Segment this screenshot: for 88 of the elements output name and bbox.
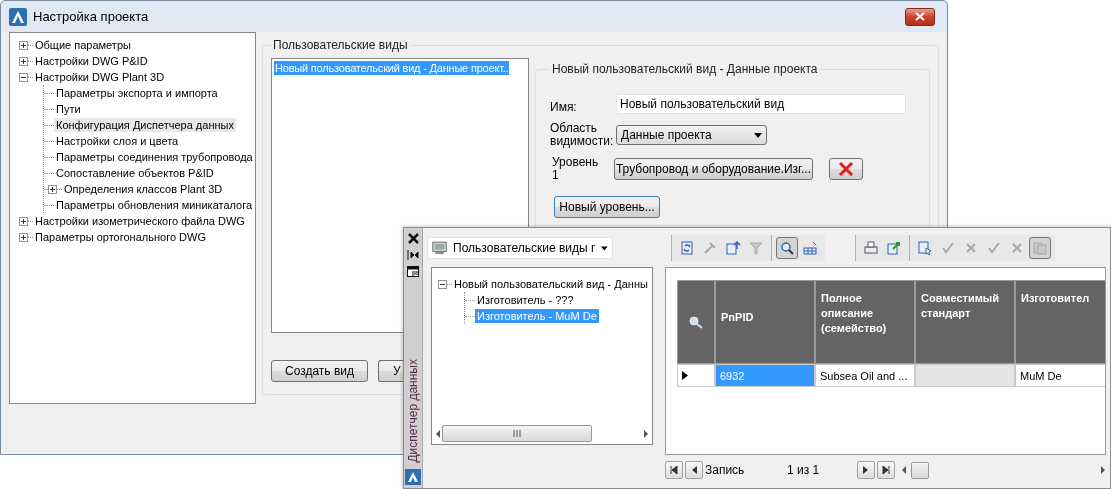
column-header[interactable]: [677, 280, 715, 364]
view-dropdown[interactable]: Пользовательские виды г: [427, 237, 613, 259]
table-cell: MuM De: [1015, 364, 1105, 387]
column-header[interactable]: Изготовител: [1015, 280, 1105, 364]
collapse-icon[interactable]: [19, 72, 28, 82]
grip-icon: [513, 430, 521, 437]
level-button[interactable]: Трубопровод и оборудование.Изг...: [614, 158, 813, 180]
tree-item[interactable]: Настройки DWG P&ID: [33, 54, 150, 68]
tree-item[interactable]: Сопоставление объектов P&ID: [54, 166, 216, 180]
tree-item[interactable]: Параметры ортогонального DWG: [33, 230, 208, 244]
tree-item[interactable]: Настройки слоя и цвета: [54, 134, 181, 148]
group-title: Пользовательские виды: [272, 38, 409, 52]
scroll-thumb[interactable]: [911, 461, 929, 479]
magnifier-icon: [688, 315, 704, 329]
printer-icon: [863, 240, 879, 256]
table-cell: Subsea Oil and ...: [815, 364, 915, 387]
scroll-thumb[interactable]: [442, 425, 592, 442]
tree-item[interactable]: Изготовитель - ???: [475, 293, 576, 307]
create-view-button[interactable]: Создать вид: [271, 360, 368, 382]
document-arrow-icon: [725, 240, 741, 256]
tree-item[interactable]: Настройки DWG Plant 3D: [33, 70, 167, 84]
new-level-button[interactable]: Новый уровень...: [554, 196, 660, 218]
table-icon: [802, 240, 818, 256]
logo-icon: [405, 469, 421, 485]
tree-item[interactable]: Общие параметры: [33, 38, 133, 52]
collapse-icon[interactable]: [438, 279, 447, 289]
tree-item[interactable]: Параметры экспорта и импорта: [54, 86, 220, 100]
first-icon: [670, 466, 678, 474]
checkmark-icon: [986, 240, 1002, 256]
hammer-icon: [702, 240, 718, 256]
window-title: Настройка проекта: [33, 9, 150, 24]
column-header[interactable]: Полное описание (семейство): [815, 280, 915, 364]
funnel-icon: [748, 240, 764, 256]
record-position: 1 из 1: [787, 463, 821, 477]
expand-icon[interactable]: [48, 184, 57, 194]
previous-icon: [691, 466, 697, 474]
column-header[interactable]: PnPID: [715, 280, 815, 364]
tree-item[interactable]: Настройки изометрического файла DWG: [33, 214, 247, 228]
computer-icon: [432, 240, 448, 256]
first-record-button[interactable]: [665, 461, 683, 479]
action-button[interactable]: У: [378, 360, 404, 382]
documents-icon: [1032, 240, 1048, 256]
expand-icon[interactable]: [19, 56, 28, 66]
expand-icon[interactable]: [19, 232, 28, 242]
export-icon: [886, 240, 902, 256]
column-header[interactable]: Совместимый стандарт: [915, 280, 1015, 364]
expand-icon[interactable]: [19, 40, 28, 50]
logo-icon: [9, 7, 27, 26]
collapse-arrows-icon[interactable]: [407, 250, 419, 260]
last-icon: [882, 466, 890, 474]
field-label: Область видимости:: [550, 122, 615, 148]
tree-item[interactable]: Определения классов Plant 3D: [62, 182, 225, 196]
scroll-right-icon[interactable]: [642, 429, 650, 438]
magnifier-icon: [779, 240, 795, 256]
tree-item[interactable]: Параметры обновления миникаталога: [54, 198, 255, 212]
field-label: Уровень 1: [552, 156, 598, 182]
tree-item[interactable]: Конфигурация Диспетчера данных: [54, 118, 236, 132]
palette-title: Диспетчер данных: [406, 359, 420, 463]
sync-icon: [679, 240, 695, 256]
horizontal-scrollbar[interactable]: [434, 425, 650, 442]
horizontal-scrollbar[interactable]: [901, 461, 1106, 479]
caret-icon: [754, 132, 762, 138]
next-record-button[interactable]: [857, 461, 875, 479]
tree-item[interactable]: Новый пользовательский вид - Данны: [452, 277, 650, 291]
scope-dropdown[interactable]: Данные проекта: [616, 125, 767, 145]
properties-icon[interactable]: [407, 266, 419, 277]
toolbar-button[interactable]: [776, 237, 798, 259]
checkmark-icon: [940, 240, 956, 256]
delete-icon: [838, 162, 854, 176]
expand-icon[interactable]: [19, 216, 28, 226]
next-icon: [863, 466, 869, 474]
close-icon[interactable]: [407, 233, 419, 244]
close-icon: [915, 12, 925, 21]
tree-item[interactable]: Параметры соединения трубопровода: [54, 150, 255, 164]
scroll-right-icon[interactable]: [1100, 466, 1106, 474]
close-button[interactable]: [905, 7, 935, 26]
table-cell: 6932: [715, 364, 815, 387]
scroll-left-icon[interactable]: [901, 466, 907, 474]
record-label: Запись: [705, 463, 746, 477]
field-label: Имя:: [550, 98, 578, 114]
group-title: Новый пользовательский вид - Данные проекта: [551, 62, 819, 76]
document-cursor-icon: [917, 240, 933, 256]
delete-button[interactable]: [829, 158, 863, 180]
caret-icon: [601, 245, 608, 251]
previous-record-button[interactable]: [685, 461, 703, 479]
name-field[interactable]: Новый пользовательский вид: [616, 94, 906, 114]
last-record-button[interactable]: [877, 461, 895, 479]
tree-item[interactable]: Пути: [54, 102, 83, 116]
